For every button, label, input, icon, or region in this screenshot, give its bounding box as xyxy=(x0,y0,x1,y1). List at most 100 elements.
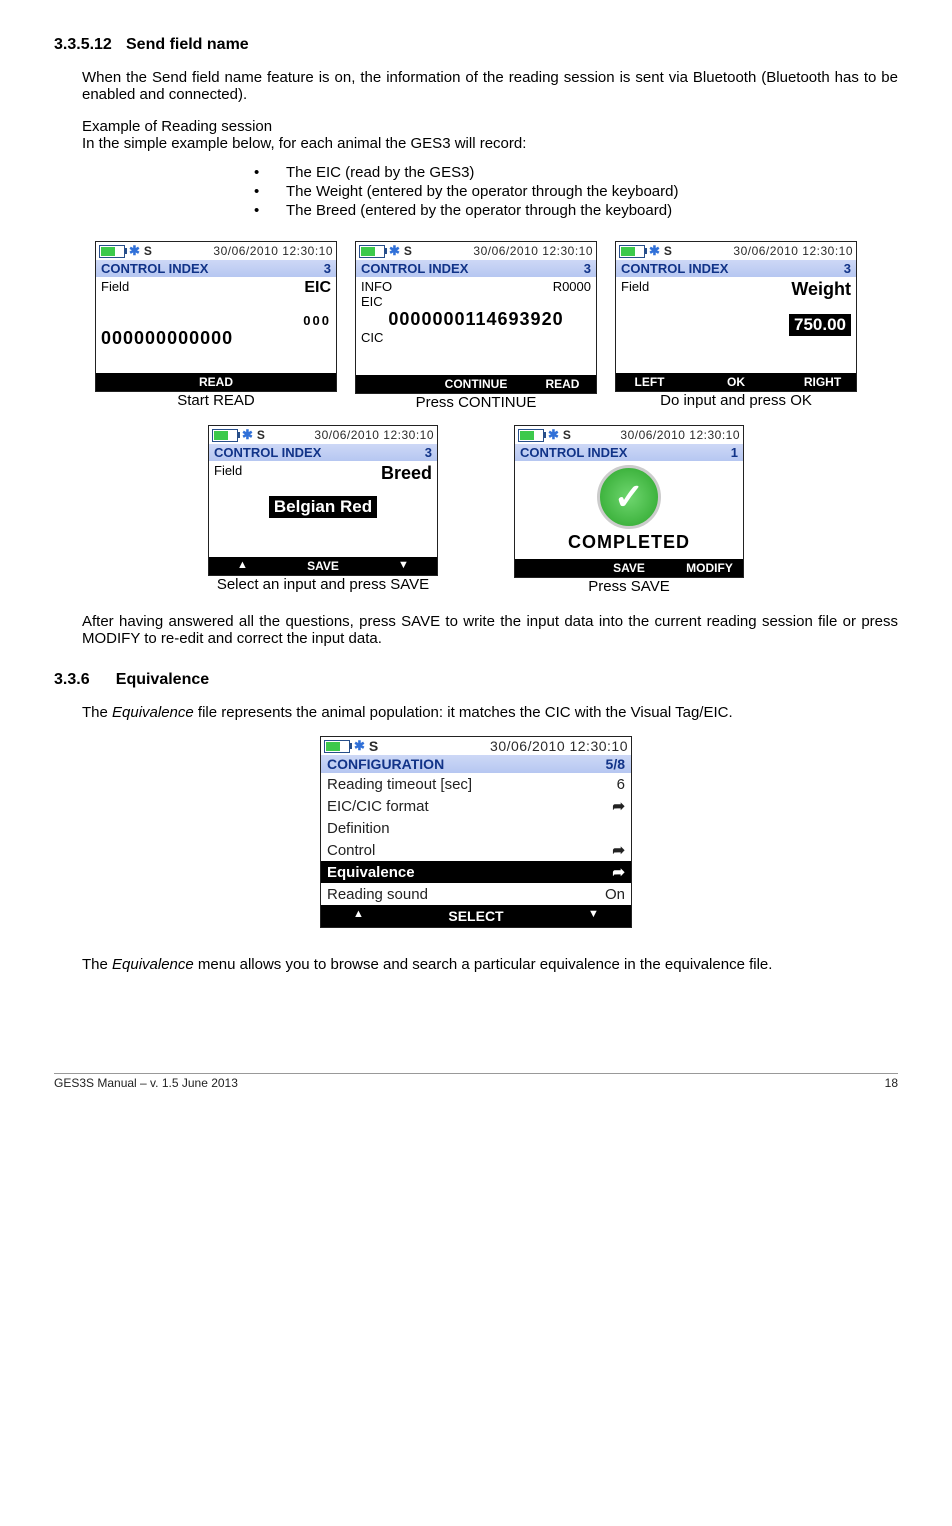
screenshots-row-1: ✱ S 30/06/2010 12:30:10 CONTROL INDEX 3 … xyxy=(54,241,898,411)
row-label: Reading sound xyxy=(327,886,428,903)
config-row-reading-sound[interactable]: Reading sound On xyxy=(321,883,631,905)
text: The xyxy=(82,704,112,721)
device-screen-start-read: ✱ S 30/06/2010 12:30:10 CONTROL INDEX 3 … xyxy=(95,241,337,392)
status-bar: ✱ S 30/06/2010 12:30:10 xyxy=(96,242,336,260)
field-label: Field xyxy=(214,463,242,484)
screen-caption: Start READ xyxy=(177,392,255,409)
control-bar: CONTROL INDEX 3 xyxy=(356,260,596,277)
status-bar: ✱ S 30/06/2010 12:30:10 xyxy=(515,426,743,444)
section-heading: 3.3.6 Equivalence xyxy=(54,671,898,689)
status-datetime: 30/06/2010 12:30:10 xyxy=(733,244,853,258)
config-row-reading-timeout[interactable]: Reading timeout [sec] 6 xyxy=(321,773,631,795)
softkey-left[interactable] xyxy=(521,561,576,575)
config-row-control[interactable]: Control ➦ xyxy=(321,839,631,861)
example-intro: In the simple example below, for each an… xyxy=(82,135,898,152)
breed-value[interactable]: Belgian Red xyxy=(269,496,377,518)
section-title: Send field name xyxy=(126,36,249,53)
row-label: Control xyxy=(327,842,375,859)
config-row-equivalence[interactable]: Equivalence➦ xyxy=(321,861,631,883)
battery-icon xyxy=(212,429,238,442)
config-row-definition[interactable]: Definition xyxy=(321,817,631,839)
row-label: EIC/CIC format xyxy=(327,798,429,815)
configuration-page: 5/8 xyxy=(606,756,625,772)
softkey-bar: ▲ SELECT ▼ xyxy=(321,905,631,927)
control-bar: CONTROL INDEX 3 xyxy=(209,444,437,461)
softkey-bar: READ xyxy=(96,373,336,391)
softkey-left-up-icon[interactable]: ▲ xyxy=(215,559,270,573)
completed-text: COMPLETED xyxy=(568,532,690,553)
footer-page-number: 18 xyxy=(885,1076,898,1090)
row-value: On xyxy=(605,886,625,903)
softkey-center[interactable]: CONTINUE xyxy=(445,377,508,391)
battery-icon xyxy=(359,245,385,258)
configuration-bar: CONFIGURATION 5/8 xyxy=(321,755,631,773)
softkey-center[interactable]: SELECT xyxy=(448,908,503,924)
arrow-right-icon: ➦ xyxy=(612,863,625,881)
softkey-left-up-icon[interactable]: ▲ xyxy=(331,908,386,924)
softkey-center[interactable]: OK xyxy=(709,375,764,389)
softkey-right-down-icon[interactable]: ▼ xyxy=(376,559,431,573)
section-equivalence: 3.3.6 Equivalence The Equivalence file r… xyxy=(54,671,898,973)
bullet-list: •The EIC (read by the GES3) •The Weight … xyxy=(254,164,898,219)
section-title: Equivalence xyxy=(116,671,209,688)
config-row-eic-cic-format[interactable]: EIC/CIC format ➦ xyxy=(321,795,631,817)
field-value: EIC xyxy=(304,279,331,297)
bullet-icon: • xyxy=(254,164,286,181)
control-label: CONTROL INDEX xyxy=(214,445,321,460)
softkey-left[interactable] xyxy=(102,375,157,389)
status-s: S xyxy=(257,428,265,442)
softkey-right[interactable]: MODIFY xyxy=(682,561,737,575)
text: The xyxy=(82,956,112,973)
configuration-label: CONFIGURATION xyxy=(327,756,444,772)
battery-icon xyxy=(99,245,125,258)
softkey-bar: ▲ SAVE ▼ xyxy=(209,557,437,575)
screen-body: INFOR0000 EIC 0000000114693920 CIC xyxy=(356,277,596,375)
device-screen-configuration: ✱ S 30/06/2010 12:30:10 CONFIGURATION 5/… xyxy=(320,736,632,928)
control-value: 1 xyxy=(731,445,738,460)
softkey-center[interactable]: READ xyxy=(189,375,244,389)
device-screen-continue: ✱ S 30/06/2010 12:30:10 CONTROL INDEX 3 … xyxy=(355,241,597,394)
device-screen-breed: ✱ S 30/06/2010 12:30:10 CONTROL INDEX 3 … xyxy=(208,425,438,576)
screen-col: ✱ S 30/06/2010 12:30:10 CONTROL INDEX 3 … xyxy=(95,241,337,411)
weight-value[interactable]: 750.00 xyxy=(789,314,851,336)
field-label: Field xyxy=(621,279,649,300)
softkey-right[interactable]: RIGHT xyxy=(795,375,850,389)
bluetooth-icon: ✱ xyxy=(649,243,660,259)
softkey-center[interactable]: SAVE xyxy=(602,561,657,575)
status-bar: ✱ S 30/06/2010 12:30:10 xyxy=(321,737,631,755)
arrow-right-icon: ➦ xyxy=(612,797,625,815)
softkey-left[interactable] xyxy=(362,377,417,391)
row-value: 6 xyxy=(617,776,625,793)
softkey-right[interactable]: READ xyxy=(535,377,590,391)
row-label: Definition xyxy=(327,820,390,837)
section-heading: 3.3.5.12 Send field name xyxy=(54,36,898,54)
equivalence-term: Equivalence xyxy=(112,956,194,973)
softkey-right-down-icon[interactable]: ▼ xyxy=(566,908,621,924)
control-value: 3 xyxy=(584,261,591,276)
check-icon: ✓ xyxy=(597,465,661,529)
control-bar: CONTROL INDEX 3 xyxy=(96,260,336,277)
after-questions-para: After having answered all the questions,… xyxy=(82,613,898,647)
bluetooth-icon: ✱ xyxy=(242,427,253,443)
status-bar: ✱ S 30/06/2010 12:30:10 xyxy=(356,242,596,260)
control-label: CONTROL INDEX xyxy=(361,261,468,276)
status-s: S xyxy=(664,244,672,258)
control-value: 3 xyxy=(324,261,331,276)
softkey-right[interactable] xyxy=(275,375,330,389)
send-field-intro: When the Send field name feature is on, … xyxy=(82,69,898,103)
softkey-center[interactable]: SAVE xyxy=(296,559,351,573)
softkey-bar: LEFT OK RIGHT xyxy=(616,373,856,391)
status-datetime: 30/06/2010 12:30:10 xyxy=(490,738,628,754)
cic-label: CIC xyxy=(361,330,591,345)
equivalence-intro: The Equivalence file represents the anim… xyxy=(82,704,898,721)
row-label: Reading timeout [sec] xyxy=(327,776,472,793)
arrow-right-icon: ➦ xyxy=(612,841,625,859)
bullet-text: The Breed (entered by the operator throu… xyxy=(286,202,672,219)
softkey-left[interactable]: LEFT xyxy=(622,375,677,389)
status-datetime: 30/06/2010 12:30:10 xyxy=(314,428,434,442)
long-value: 000000000000 xyxy=(101,328,331,349)
info-value: R0000 xyxy=(553,279,591,294)
bluetooth-icon: ✱ xyxy=(548,427,559,443)
status-s: S xyxy=(144,244,152,258)
bullet-icon: • xyxy=(254,183,286,200)
